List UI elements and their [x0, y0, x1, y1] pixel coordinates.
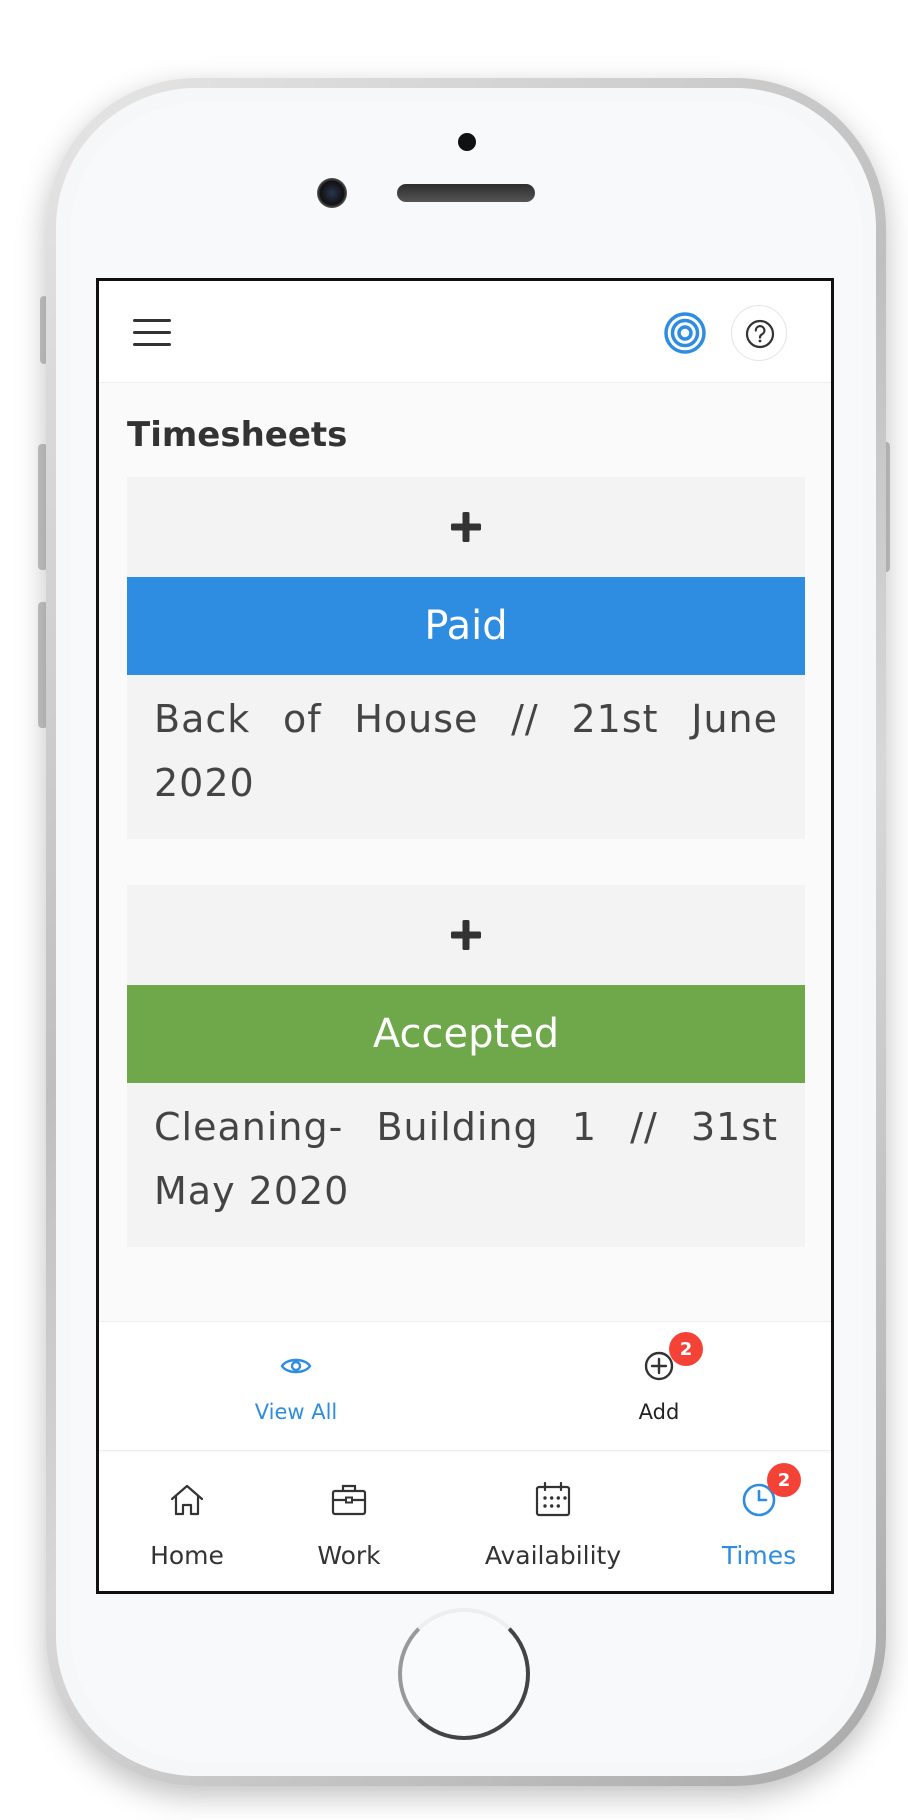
view-all-label: View All	[254, 1400, 338, 1424]
timesheet-card[interactable]: Accepted Cleaning- Building 1 // 31st Ma…	[127, 885, 805, 1247]
timesheet-card[interactable]: Paid Back of House // 21st June 2020	[127, 477, 805, 839]
add-label: Add	[638, 1400, 680, 1424]
briefcase-icon	[331, 1484, 367, 1516]
earpiece-speaker	[397, 184, 535, 202]
nav-times[interactable]: 2 Times	[689, 1453, 829, 1591]
nav-times-label: Times	[721, 1541, 797, 1570]
top-app-bar	[99, 281, 831, 383]
home-icon	[170, 1484, 204, 1516]
times-badge: 2	[767, 1463, 801, 1497]
nav-home-label: Home	[150, 1541, 224, 1570]
page-title: Timesheets	[127, 415, 348, 455]
expand-button[interactable]	[127, 885, 805, 985]
home-hardware-button	[398, 1608, 530, 1740]
timesheet-description: Back of House // 21st June 2020	[154, 697, 778, 805]
bottom-navigation: Home Work Availability 2 Times	[99, 1453, 831, 1591]
nav-availability-label: Availability	[484, 1541, 622, 1570]
plus-icon	[451, 512, 481, 542]
action-bar: View All 2 Add	[99, 1321, 831, 1451]
expand-button[interactable]	[127, 477, 805, 577]
add-timesheet-button[interactable]: 2 Add	[559, 1322, 759, 1452]
plus-icon	[451, 920, 481, 950]
front-camera	[317, 178, 347, 208]
nav-home[interactable]: Home	[127, 1453, 247, 1591]
add-badge: 2	[669, 1332, 703, 1366]
status-banner-paid: Paid	[127, 577, 805, 675]
calendar-icon	[535, 1481, 571, 1517]
hamburger-icon[interactable]	[133, 319, 171, 347]
nav-availability[interactable]: Availability	[453, 1453, 653, 1591]
nav-work[interactable]: Work	[289, 1453, 409, 1591]
app-screen: Timesheets Paid Back of House // 21st Ju…	[96, 278, 834, 1594]
proximity-sensor	[458, 133, 476, 151]
nav-work-label: Work	[317, 1541, 381, 1570]
timesheet-description: Cleaning- Building 1 // 31st May 2020	[154, 1105, 778, 1213]
question-circle-icon	[745, 319, 775, 349]
status-banner-accepted: Accepted	[127, 985, 805, 1083]
view-all-button[interactable]: View All	[196, 1322, 396, 1452]
help-button[interactable]	[731, 305, 787, 361]
target-icon[interactable]	[663, 311, 707, 355]
eye-icon	[280, 1358, 312, 1374]
